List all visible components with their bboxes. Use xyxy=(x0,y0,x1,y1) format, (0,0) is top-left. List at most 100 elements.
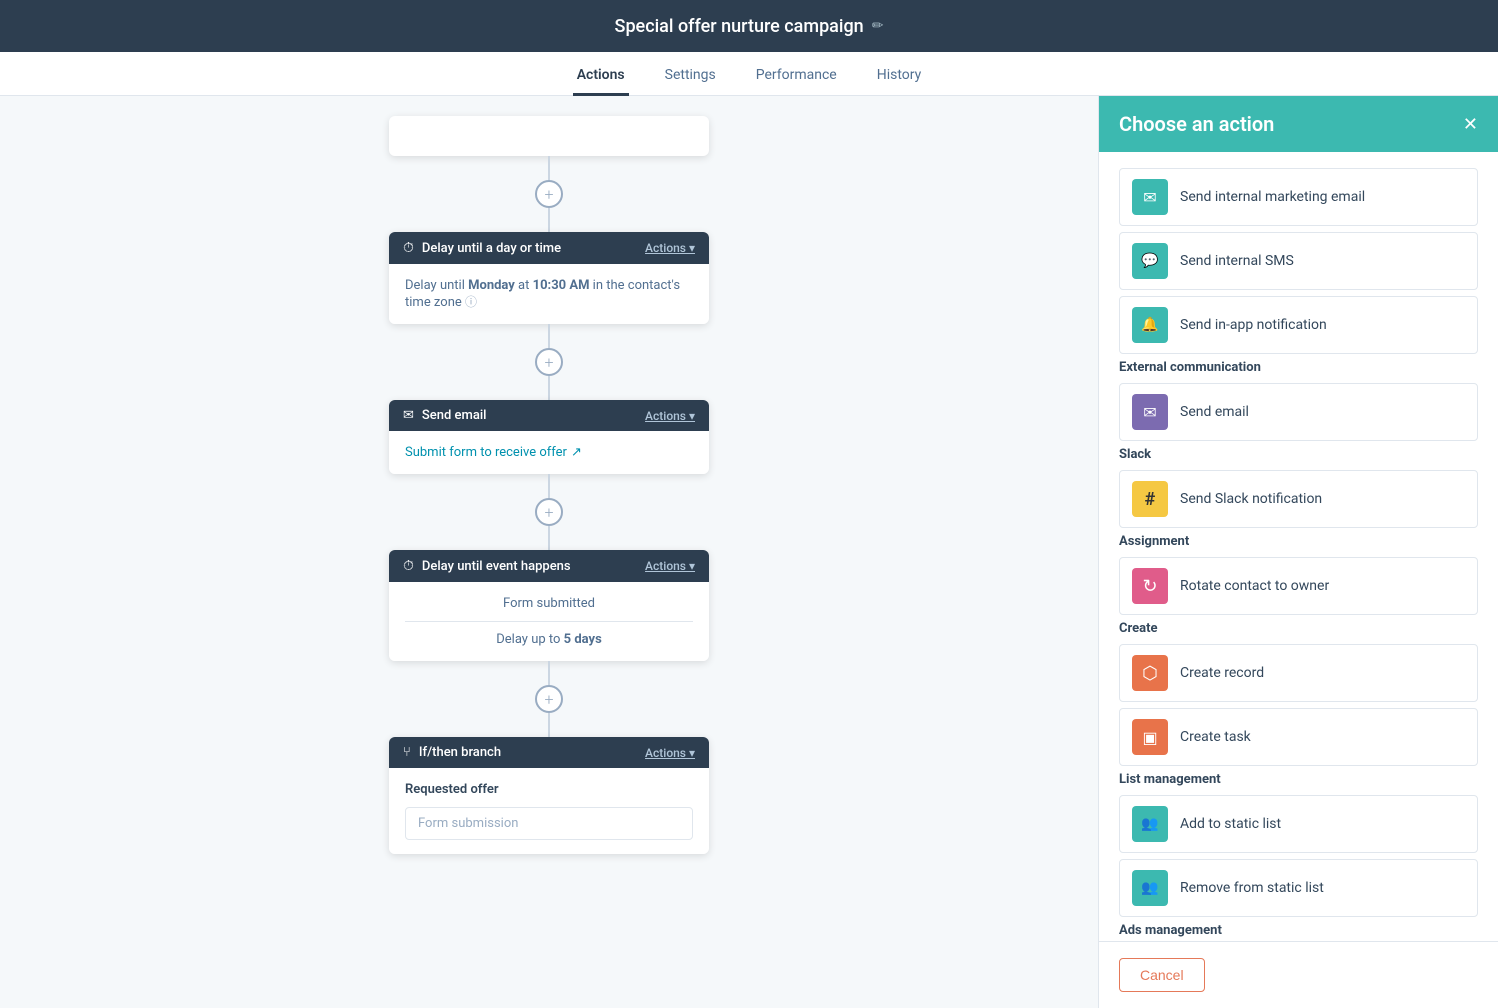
remove-static-list-icon: 👥 xyxy=(1132,870,1168,906)
add-button-4[interactable]: + xyxy=(535,685,563,713)
action-create-record[interactable]: ⬡ Create record xyxy=(1119,644,1478,702)
section-list-mgmt: List management 👥 Add to static list 👥 R… xyxy=(1119,772,1478,917)
send-internal-email-label: Send internal marketing email xyxy=(1180,189,1365,205)
send-email-header: ✉ Send email Actions ▾ xyxy=(389,400,709,431)
ifthen-icon: ⑂ xyxy=(403,745,411,760)
send-inapp-icon: 🔔 xyxy=(1132,307,1168,343)
tab-settings[interactable]: Settings xyxy=(661,57,720,96)
delay-event-line2: Delay up to 5 days xyxy=(405,632,693,647)
partial-node xyxy=(389,116,709,156)
header-left: ⏱ Delay until a day or time xyxy=(403,240,561,256)
top-bar: Special offer nurture campaign ✏ xyxy=(0,0,1498,52)
send-email-body: Submit form to receive offer ↗ xyxy=(389,431,709,474)
delay-day-time-node: ⏱ Delay until a day or time Actions ▾ De… xyxy=(389,232,709,324)
create-record-label: Create record xyxy=(1180,665,1264,681)
send-sms-icon: 💬 xyxy=(1132,243,1168,279)
cancel-button[interactable]: Cancel xyxy=(1119,958,1205,992)
divider xyxy=(405,621,693,622)
action-rotate-contact[interactable]: ↻ Rotate contact to owner xyxy=(1119,557,1478,615)
ifthen-header: ⑂ If/then branch Actions ▾ xyxy=(389,737,709,768)
action-send-internal-email[interactable]: ✉ Send internal marketing email xyxy=(1119,168,1478,226)
send-email-icon: ✉ xyxy=(1132,394,1168,430)
send-sms-label: Send internal SMS xyxy=(1180,253,1294,269)
connector xyxy=(548,156,550,180)
canvas: + ⏱ Delay until a day or time Actions ▾ … xyxy=(0,96,1098,1008)
section-ads-mgmt: Ads management ⚙ Add to ads audience xyxy=(1119,923,1478,941)
add-static-list-label: Add to static list xyxy=(1180,816,1281,832)
section-create: Create ⬡ Create record ▣ Create task xyxy=(1119,621,1478,766)
section-slack: Slack # Send Slack notification xyxy=(1119,447,1478,528)
branch-title: Requested offer xyxy=(405,782,693,797)
assignment-section-label: Assignment xyxy=(1119,534,1478,549)
action-send-sms[interactable]: 💬 Send internal SMS xyxy=(1119,232,1478,290)
ifthen-actions[interactable]: Actions ▾ xyxy=(645,746,695,760)
delay-event-title: Delay until event happens xyxy=(422,559,571,574)
workflow-title: Special offer nurture campaign ✏ xyxy=(615,16,884,37)
add-button-2[interactable]: + xyxy=(535,348,563,376)
header-left: ⑂ If/then branch xyxy=(403,745,501,760)
panel-header: Choose an action ✕ xyxy=(1099,96,1498,152)
panel-title: Choose an action xyxy=(1119,112,1274,136)
header-left: ⏱ Delay until event happens xyxy=(403,558,571,574)
create-task-label: Create task xyxy=(1180,729,1251,745)
action-create-task[interactable]: ▣ Create task xyxy=(1119,708,1478,766)
ifthen-body: Requested offer Form submission xyxy=(389,768,709,854)
delay-event-line1: Form submitted xyxy=(405,596,693,611)
header-left: ✉ Send email xyxy=(403,408,486,423)
delay-event-node: ⏱ Delay until event happens Actions ▾ Fo… xyxy=(389,550,709,661)
send-email-title: Send email xyxy=(422,408,487,423)
rotate-contact-label: Rotate contact to owner xyxy=(1180,578,1329,594)
external-section-label: External communication xyxy=(1119,360,1478,375)
section-assignment: Assignment ↻ Rotate contact to owner xyxy=(1119,534,1478,615)
right-panel: Choose an action ✕ ✉ Send internal marke… xyxy=(1098,96,1498,1008)
edit-icon[interactable]: ✏ xyxy=(872,18,884,34)
delay-day-time-body: Delay until Monday at 10:30 AM in the co… xyxy=(389,264,709,324)
delay-event-actions[interactable]: Actions ▾ xyxy=(645,559,695,573)
panel-body: ✉ Send internal marketing email 💬 Send i… xyxy=(1099,152,1498,941)
connector xyxy=(548,526,550,550)
remove-static-list-label: Remove from static list xyxy=(1180,880,1324,896)
send-inapp-label: Send in-app notification xyxy=(1180,317,1327,333)
action-slack-notification[interactable]: # Send Slack notification xyxy=(1119,470,1478,528)
action-remove-static-list[interactable]: 👥 Remove from static list xyxy=(1119,859,1478,917)
main-layout: + ⏱ Delay until a day or time Actions ▾ … xyxy=(0,96,1498,1008)
action-send-email[interactable]: ✉ Send email xyxy=(1119,383,1478,441)
delay-day-time-header: ⏱ Delay until a day or time Actions ▾ xyxy=(389,232,709,264)
connector xyxy=(548,376,550,400)
delay-day-time-actions[interactable]: Actions ▾ xyxy=(645,241,695,255)
add-button-3[interactable]: + xyxy=(535,498,563,526)
delay-icon: ⏱ xyxy=(403,240,414,256)
send-email-actions[interactable]: Actions ▾ xyxy=(645,409,695,423)
delay-event-body: Form submitted Delay up to 5 days xyxy=(389,582,709,661)
slack-icon: # xyxy=(1132,481,1168,517)
connector xyxy=(548,324,550,348)
branch-box: Form submission xyxy=(405,807,693,840)
create-record-icon: ⬡ xyxy=(1132,655,1168,691)
tab-history[interactable]: History xyxy=(873,57,926,96)
external-link-icon: ↗ xyxy=(571,445,582,460)
title-text: Special offer nurture campaign xyxy=(615,16,864,37)
panel-close-button[interactable]: ✕ xyxy=(1463,114,1478,135)
add-button-1[interactable]: + xyxy=(535,180,563,208)
action-send-inapp[interactable]: 🔔 Send in-app notification xyxy=(1119,296,1478,354)
submit-form-link[interactable]: Submit form to receive offer ↗ xyxy=(405,445,693,460)
ifthen-title: If/then branch xyxy=(419,745,501,760)
tab-performance[interactable]: Performance xyxy=(752,57,841,96)
section-internal: ✉ Send internal marketing email 💬 Send i… xyxy=(1119,168,1478,354)
delay-day-time-title: Delay until a day or time xyxy=(422,241,561,256)
section-external: External communication ✉ Send email xyxy=(1119,360,1478,441)
slack-section-label: Slack xyxy=(1119,447,1478,462)
create-task-icon: ▣ xyxy=(1132,719,1168,755)
send-email-node: ✉ Send email Actions ▾ Submit form to re… xyxy=(389,400,709,474)
ifthen-node: ⑂ If/then branch Actions ▾ Requested off… xyxy=(389,737,709,854)
send-internal-email-icon: ✉ xyxy=(1132,179,1168,215)
connector xyxy=(548,713,550,737)
create-section-label: Create xyxy=(1119,621,1478,636)
flow-container: + ⏱ Delay until a day or time Actions ▾ … xyxy=(379,116,719,854)
panel-footer: Cancel xyxy=(1099,941,1498,1008)
connector xyxy=(548,661,550,685)
tab-actions[interactable]: Actions xyxy=(573,57,629,96)
rotate-contact-icon: ↻ xyxy=(1132,568,1168,604)
email-node-icon: ✉ xyxy=(403,408,414,423)
action-add-static-list[interactable]: 👥 Add to static list xyxy=(1119,795,1478,853)
